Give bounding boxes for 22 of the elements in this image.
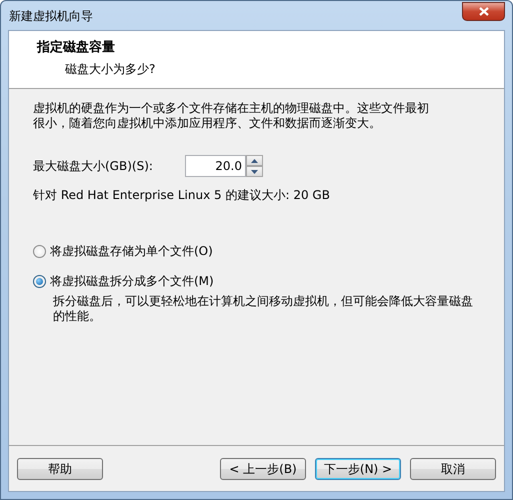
disk-size-label: 最大磁盘大小(GB)(S): (33, 158, 154, 175)
recommendation-text: 针对 Red Hat Enterprise Linux 5 的建议大小: 20 GB (33, 187, 331, 204)
dialog-button[interactable]: 下一步(N) > (315, 458, 401, 480)
step-subtitle: 磁盘大小为多少? (64, 60, 156, 78)
up-arrow-icon (251, 158, 258, 162)
step-title: 指定磁盘容量 (37, 38, 116, 57)
window-title: 新建虚拟机向导 (8, 8, 93, 24)
close-button[interactable] (462, 2, 505, 20)
close-icon (478, 6, 488, 16)
dialog-button[interactable]: 取消 (410, 458, 496, 480)
radio-label[interactable]: 将虚拟磁盘存储为单个文件(O) (50, 242, 213, 260)
spin-down-button[interactable] (246, 166, 263, 177)
radio-button[interactable] (33, 274, 46, 288)
radio-button[interactable] (33, 244, 46, 258)
down-arrow-icon (251, 170, 258, 174)
disk-size-field[interactable]: 20.0 (185, 155, 246, 177)
spin-up-button[interactable] (246, 155, 263, 166)
dialog-button[interactable]: 帮助 (17, 458, 103, 480)
dialog-button[interactable]: < 上一步(B) (220, 458, 306, 480)
description-text: 虚拟机的硬盘作为一个或多个文件存储在主机的物理磁盘中。这些文件最初很小，随着您向虚拟机中添加应用程序、文件和数据而逐渐变大。 (33, 101, 430, 131)
radio-label[interactable]: 将虚拟磁盘拆分成多个文件(M) (50, 272, 214, 290)
option-description: 拆分磁盘后，可以更轻松地在计算机之间移动虚拟机，但可能会降低大容量磁盘的性能。 (52, 294, 473, 324)
